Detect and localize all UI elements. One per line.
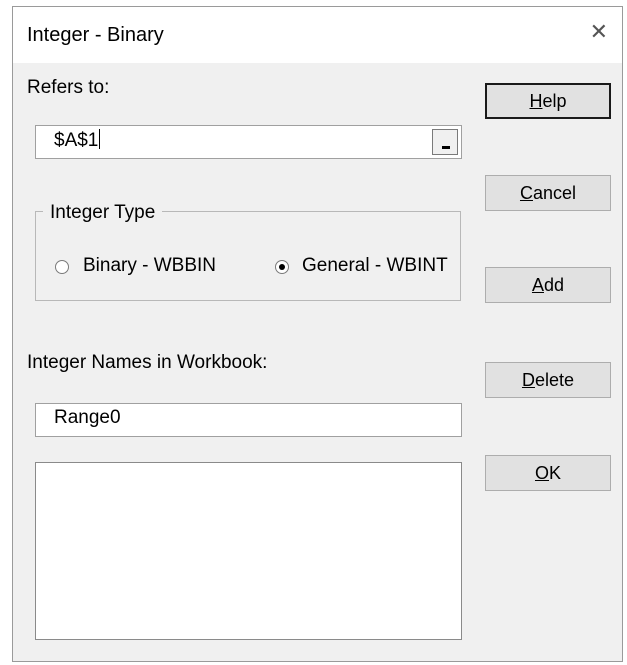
integer-names-label: Integer Names in Workbook:	[27, 352, 268, 373]
range-picker-button[interactable]	[432, 129, 458, 155]
delete-mnemonic: D	[521, 370, 535, 390]
integer-names-list[interactable]	[35, 462, 462, 640]
radio-selected-dot	[279, 264, 285, 270]
collapse-dialog-icon	[442, 146, 450, 149]
close-icon[interactable]: ✕	[590, 20, 608, 44]
cancel-button[interactable]: Cancel	[485, 175, 611, 211]
help-mnemonic: H	[529, 91, 543, 111]
refers-to-value: $A$1	[54, 129, 101, 152]
add-mnemonic: A	[531, 275, 544, 295]
cancel-mnemonic: C	[519, 183, 533, 203]
integer-name-input[interactable]: Range0	[35, 403, 462, 437]
help-button[interactable]: Help	[485, 83, 611, 119]
window-title: Integer - Binary	[27, 24, 164, 46]
integer-type-label: Integer Type	[43, 202, 163, 224]
delete-button[interactable]: Delete	[485, 362, 611, 398]
radio-binary-label[interactable]: Binary - WBBIN	[83, 255, 216, 277]
cancel-label-rest: ancel	[532, 183, 577, 203]
radio-general-wbint[interactable]	[275, 260, 289, 274]
refers-to-label: Refers to:	[27, 77, 110, 98]
ok-label-rest: K	[549, 463, 562, 483]
add-button[interactable]: Add	[485, 267, 611, 303]
integer-binary-dialog: Integer - Binary ✕ Refers to: $A$1 Integ…	[12, 6, 623, 662]
delete-label-rest: elete	[534, 370, 575, 390]
add-label-rest: dd	[543, 275, 565, 295]
radio-binary-wbbin[interactable]	[55, 260, 69, 274]
refers-to-input[interactable]: $A$1	[35, 125, 462, 159]
radio-general-label[interactable]: General - WBINT	[302, 255, 448, 277]
refers-to-value-text: $A$1	[54, 130, 99, 151]
help-label-rest: elp	[542, 91, 567, 111]
title-bar: Integer - Binary ✕	[13, 7, 622, 63]
integer-name-value: Range0	[54, 407, 121, 428]
ok-button[interactable]: OK	[485, 455, 611, 491]
ok-mnemonic: O	[534, 463, 549, 483]
text-caret	[99, 129, 101, 149]
